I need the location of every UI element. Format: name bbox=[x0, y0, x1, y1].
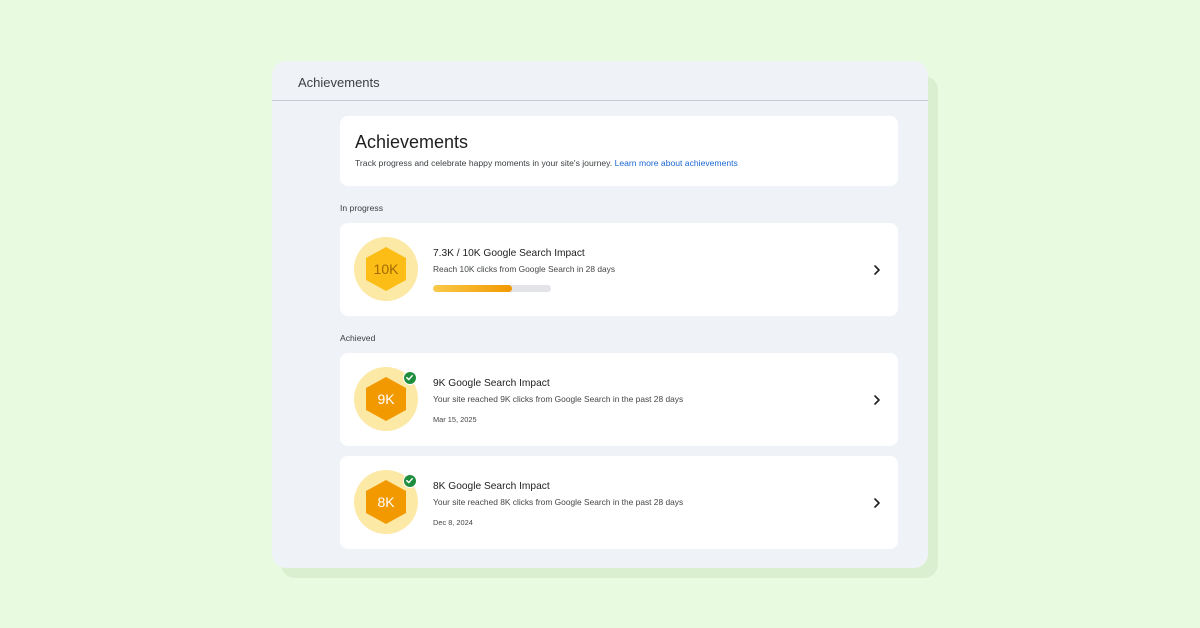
achievement-description: Your site reached 8K clicks from Google … bbox=[433, 497, 684, 507]
learn-more-link[interactable]: Learn more about achievements bbox=[615, 158, 738, 168]
achievement-title: 9K Google Search Impact bbox=[433, 378, 550, 389]
badge-label: 10K bbox=[373, 261, 399, 277]
progress-bar bbox=[433, 285, 551, 292]
window-title: Achievements bbox=[298, 75, 380, 90]
intro-card: Achievements Track progress and celebrat… bbox=[340, 116, 898, 186]
badge-circle: 10K bbox=[354, 237, 418, 301]
chevron-right-icon[interactable] bbox=[871, 394, 883, 406]
achievement-date: Mar 15, 2025 bbox=[433, 415, 477, 424]
achievement-date: Dec 8, 2024 bbox=[433, 518, 473, 527]
section-label-in-progress: In progress bbox=[340, 203, 383, 213]
chevron-right-icon[interactable] bbox=[871, 264, 883, 276]
intro-description-text: Track progress and celebrate happy momen… bbox=[355, 158, 613, 168]
check-circle-icon bbox=[403, 371, 417, 385]
page-title: Achievements bbox=[355, 132, 469, 152]
achievement-card[interactable]: 8K 8K Google Search Impact Your site rea… bbox=[340, 456, 898, 549]
achievements-window: Achievements Achievements Track progress… bbox=[272, 61, 928, 568]
achievement-card[interactable]: 9K 9K Google Search Impact Your site rea… bbox=[340, 353, 898, 446]
window-header: Achievements bbox=[272, 61, 928, 101]
achievement-title: 7.3K / 10K Google Search Impact bbox=[433, 248, 585, 259]
achievement-description: Your site reached 9K clicks from Google … bbox=[433, 394, 684, 404]
check-circle-icon bbox=[403, 474, 417, 488]
chevron-right-icon[interactable] bbox=[871, 497, 883, 509]
achievement-card-in-progress[interactable]: 10K 7.3K / 10K Google Search Impact Reac… bbox=[340, 223, 898, 316]
achievement-description: Reach 10K clicks from Google Search in 2… bbox=[433, 264, 616, 274]
intro-description: Track progress and celebrate happy momen… bbox=[355, 158, 738, 168]
progress-bar-fill bbox=[433, 285, 513, 292]
achievement-title: 8K Google Search Impact bbox=[433, 481, 550, 492]
section-label-achieved: Achieved bbox=[340, 333, 376, 343]
